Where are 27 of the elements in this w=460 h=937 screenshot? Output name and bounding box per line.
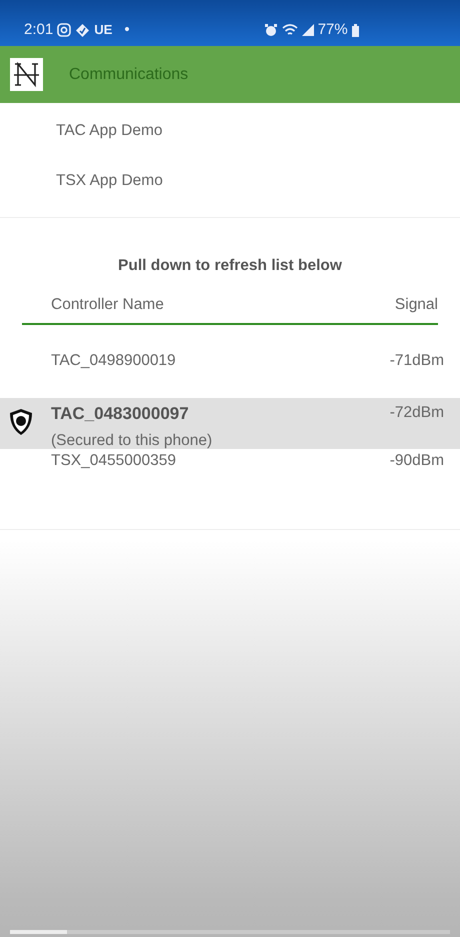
- menu-item[interactable]: TAC App Demo: [0, 111, 460, 161]
- signal-strength: -90dBm: [390, 451, 444, 472]
- signal-strength: -71dBm: [390, 350, 444, 370]
- alarm-icon: [264, 23, 278, 37]
- logo-icon: [10, 58, 43, 91]
- controller-name: TSX_0455000359: [51, 451, 177, 472]
- signal-strength: -72dBm: [390, 402, 444, 423]
- notification-dot: •: [124, 20, 130, 40]
- carrier-label: UE: [94, 21, 112, 40]
- wifi-icon: [282, 24, 298, 36]
- camera-icon: [57, 23, 72, 37]
- refresh-hint: Pull down to refresh list below: [117, 256, 343, 276]
- list-row[interactable]: TSX_0455000359 -90dBm: [0, 449, 460, 473]
- column-header: Signal: [394, 295, 438, 316]
- list-row[interactable]: TAC_0483000097 (Secured to this phone) -72dBm: [0, 398, 460, 450]
- controller-name: TAC_0483000097: [51, 402, 190, 425]
- column-header: Controller Name: [51, 295, 164, 316]
- app-icon: [75, 22, 90, 38]
- clock: 2:01: [24, 20, 54, 40]
- signal-icon: [302, 24, 314, 36]
- secured-note: (Secured to this phone): [51, 432, 214, 450]
- battery-icon: [352, 24, 359, 36]
- app-bar-title: Communications: [69, 64, 188, 84]
- controller-name: TAC_0498900019: [51, 350, 177, 370]
- list-row[interactable]: TAC_0498900019 -71dBm: [0, 348, 460, 372]
- battery-percent: 77%: [318, 20, 348, 40]
- menu-item[interactable]: TSX App Demo: [0, 161, 460, 211]
